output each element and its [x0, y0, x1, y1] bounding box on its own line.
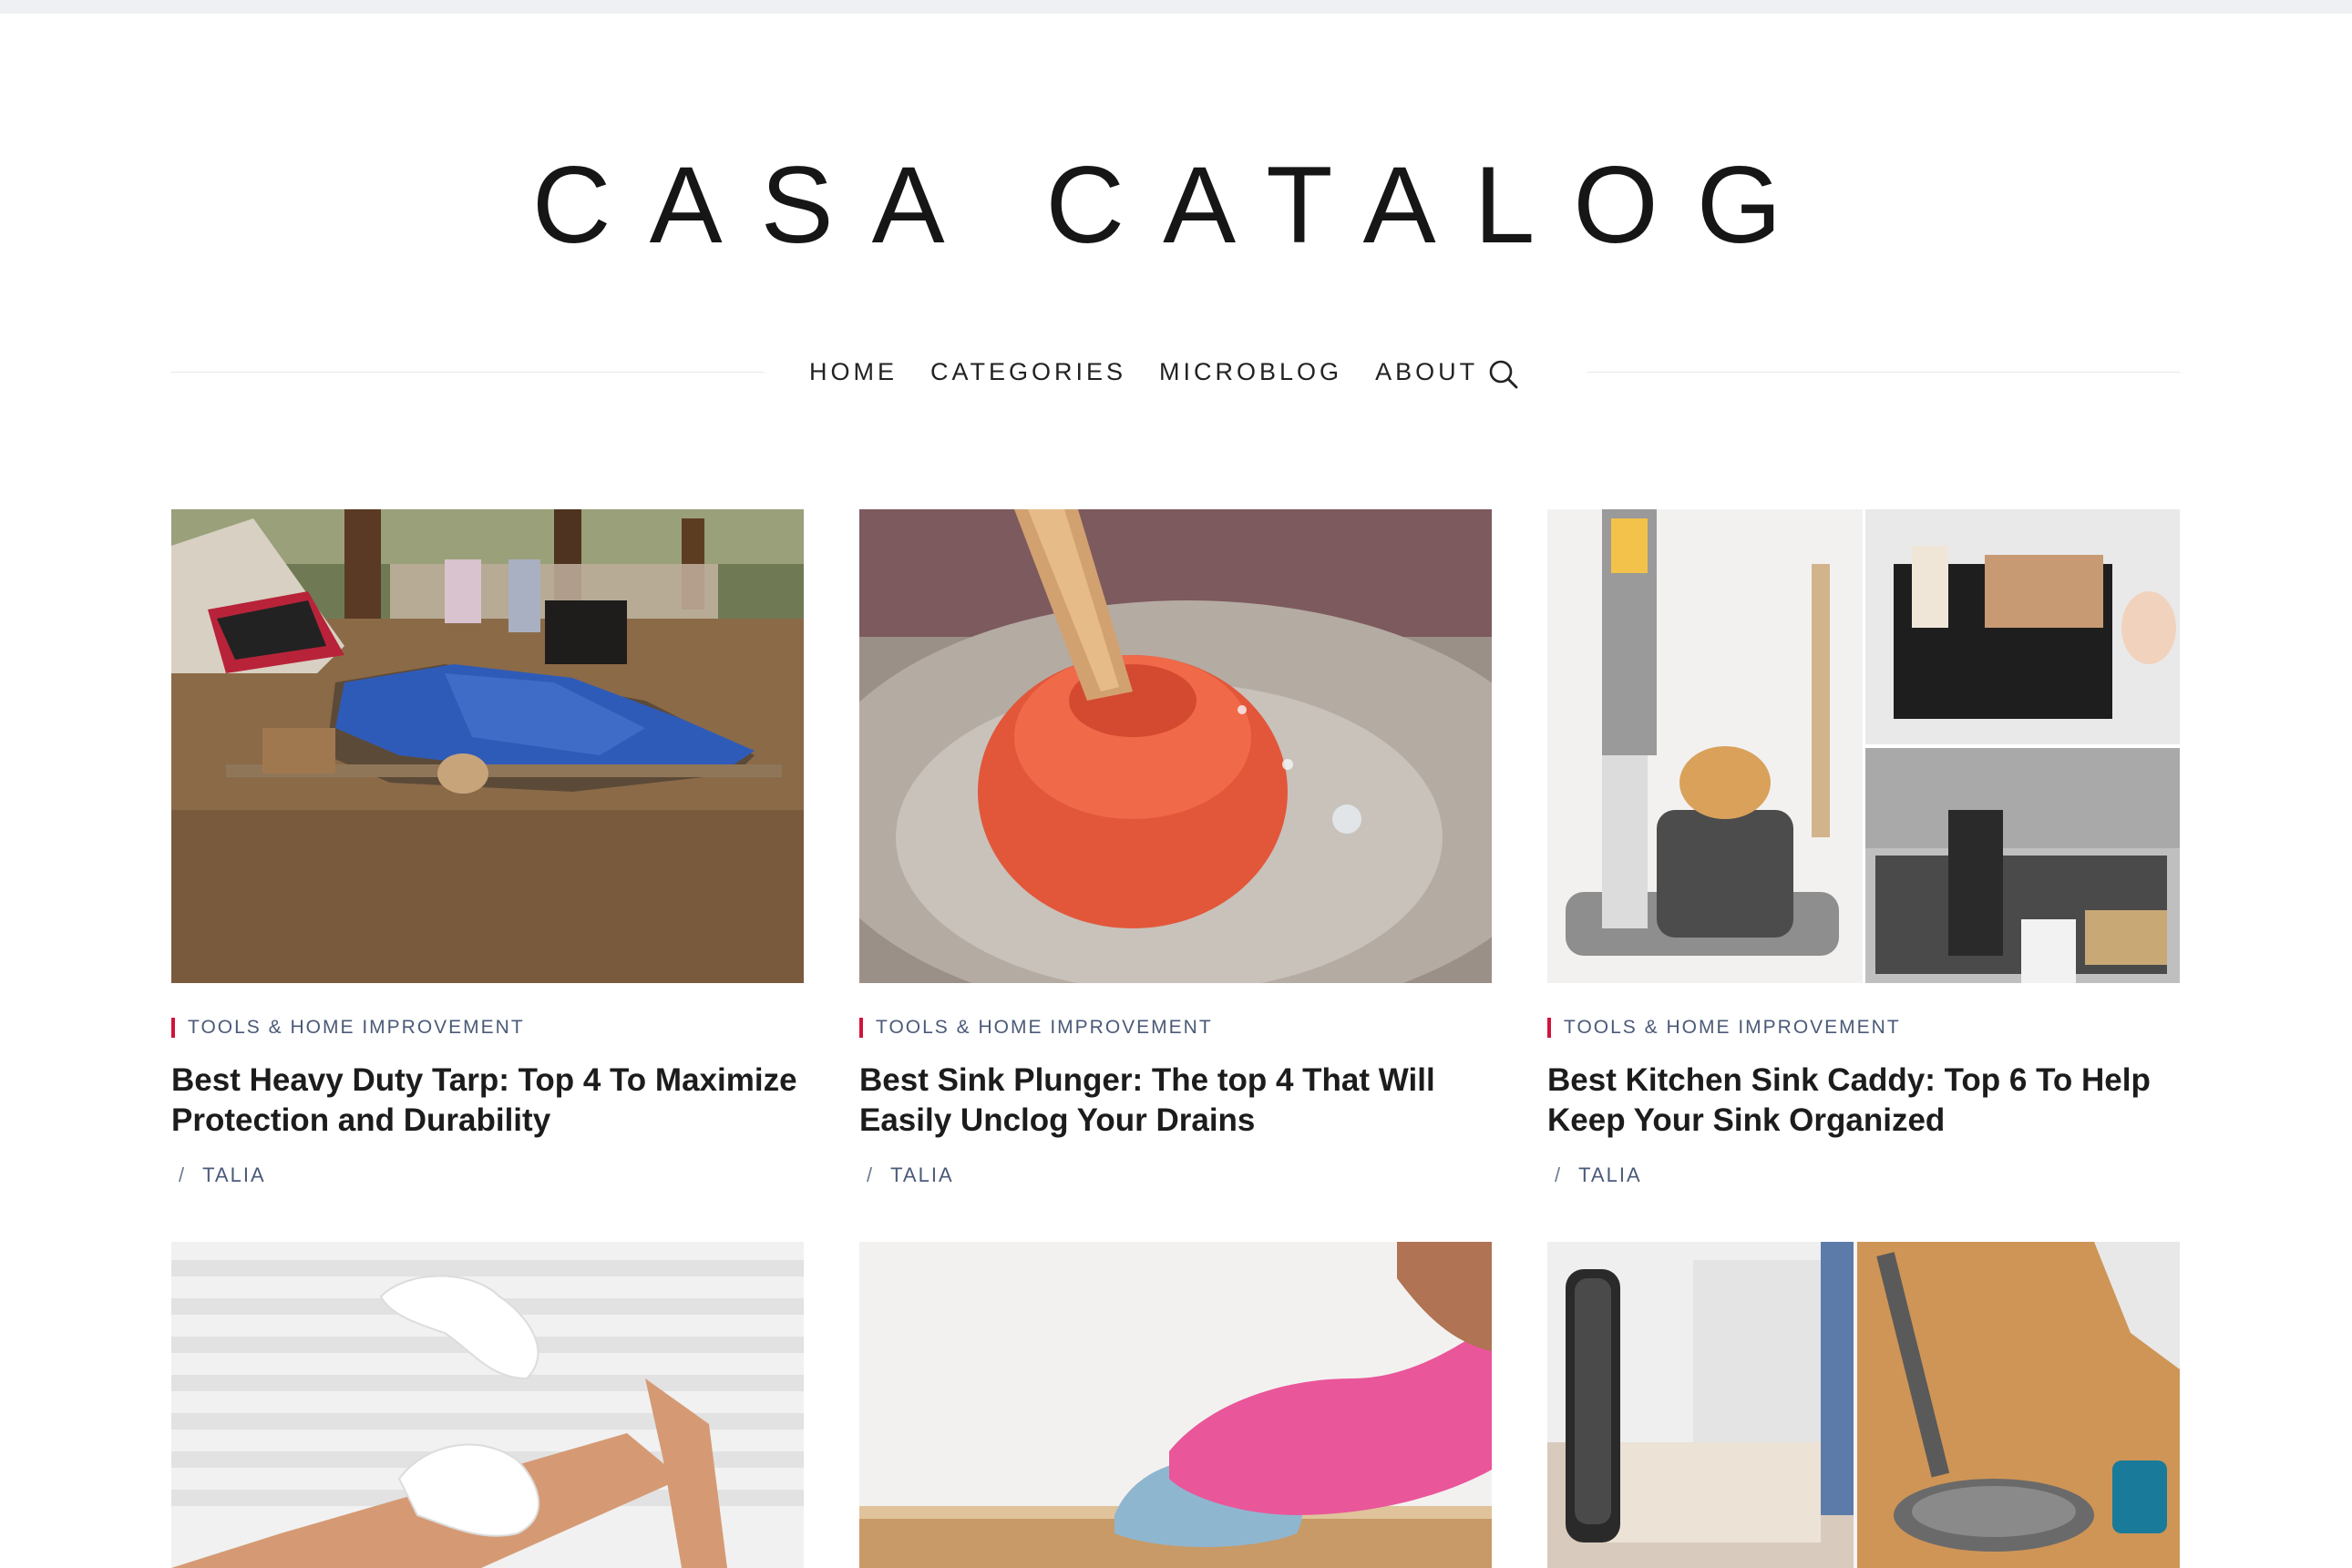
site-logo[interactable]: CASA CATALOG — [0, 137, 2352, 273]
post-thumbnail[interactable] — [171, 509, 804, 983]
sink-caddy-collage-photo — [1547, 509, 2180, 983]
post-author: / TALIA — [1555, 1163, 1642, 1187]
floor-mop-collage-photo — [1547, 1242, 2180, 1568]
author-name[interactable]: TALIA — [890, 1163, 954, 1186]
pink-glove-cleaning-photo — [859, 1242, 1492, 1568]
author-separator: / — [1555, 1163, 1563, 1186]
nav-item-home[interactable]: HOME — [809, 358, 898, 386]
browser-top-strip — [0, 0, 2352, 14]
post-thumbnail[interactable] — [859, 1242, 1492, 1568]
post-category[interactable]: TOOLS & HOME IMPROVEMENT — [859, 1017, 1213, 1039]
post-title[interactable]: Best Kitchen Sink Caddy: Top 6 To Help K… — [1547, 1061, 2180, 1141]
post-category[interactable]: TOOLS & HOME IMPROVEMENT — [171, 1017, 525, 1039]
post-title[interactable]: Best Sink Plunger: The top 4 That Will E… — [859, 1061, 1492, 1141]
nav-item-categories[interactable]: CATEGORIES — [930, 358, 1126, 386]
post-author: / TALIA — [179, 1163, 266, 1187]
author-name[interactable]: TALIA — [1578, 1163, 1642, 1186]
nav-item-about[interactable]: ABOUT — [1375, 358, 1478, 386]
main-nav: HOME CATEGORIES MICROBLOG ABOUT — [809, 354, 1511, 390]
campsite-tarp-photo — [171, 509, 804, 983]
sink-plunger-photo — [859, 509, 1492, 983]
nav-item-microblog[interactable]: MICROBLOG — [1159, 358, 1342, 386]
post-thumbnail[interactable] — [171, 1242, 804, 1568]
author-separator: / — [179, 1163, 187, 1186]
white-gloves-photo — [171, 1242, 804, 1568]
post-thumbnail[interactable] — [859, 509, 1492, 983]
post-thumbnail[interactable] — [1547, 1242, 2180, 1568]
author-separator: / — [867, 1163, 875, 1186]
post-author: / TALIA — [867, 1163, 954, 1187]
nav-divider-left — [171, 372, 764, 373]
post-thumbnail[interactable] — [1547, 509, 2180, 983]
nav-divider-right — [1587, 372, 2180, 373]
post-category[interactable]: TOOLS & HOME IMPROVEMENT — [1547, 1017, 1901, 1039]
search-icon[interactable] — [1488, 359, 1519, 390]
author-name[interactable]: TALIA — [202, 1163, 266, 1186]
post-title[interactable]: Best Heavy Duty Tarp: Top 4 To Maximize … — [171, 1061, 804, 1141]
